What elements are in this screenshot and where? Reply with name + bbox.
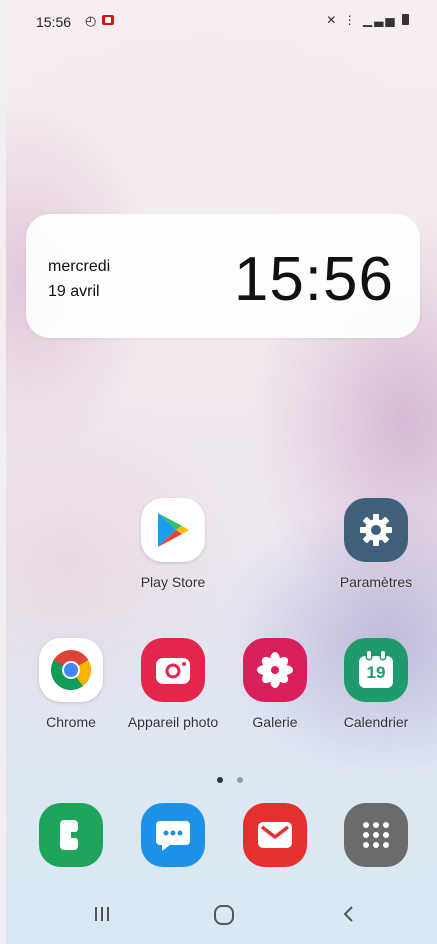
app-chrome[interactable]: Chrome — [16, 638, 126, 730]
alarm-icon: ◴ — [85, 13, 97, 28]
chrome-icon[interactable] — [39, 638, 103, 702]
calendar-icon[interactable]: 19 — [344, 638, 408, 702]
signal-icon: ▁▃▅ — [362, 13, 397, 27]
calendrier-label: Calendrier — [343, 714, 409, 730]
gallery-icon[interactable] — [243, 638, 307, 702]
page-indicator[interactable] — [212, 770, 248, 788]
appareil-photo-label: Appareil photo — [127, 714, 219, 730]
phone-icon[interactable] — [39, 803, 103, 867]
camera-icon[interactable] — [141, 638, 205, 702]
calendar-day-number: 19 — [366, 663, 386, 682]
app-play-store[interactable]: Play Store — [118, 498, 228, 590]
chrome-label: Chrome — [46, 714, 96, 730]
app-calendrier[interactable]: 19 Calendrier — [321, 638, 431, 730]
parametres-label: Paramètres — [339, 574, 413, 590]
clock-time: 15:56 — [233, 245, 394, 314]
status-icons: ✕ ⋮ ▁▃▅ — [326, 13, 409, 27]
galerie-label: Galerie — [252, 714, 298, 730]
app-galerie[interactable]: Galerie — [220, 638, 330, 730]
app-appareil-photo[interactable]: Appareil photo — [118, 638, 228, 730]
clock-date: 19 avril — [48, 283, 100, 300]
email-icon[interactable] — [243, 803, 307, 867]
back-icon[interactable] — [340, 904, 358, 930]
status-bar: 15:56 ◴ ✕ ⋮ ▁▃▅ — [6, 0, 437, 40]
dock-apps-drawer[interactable] — [321, 803, 431, 867]
play-store-label: Play Store — [140, 574, 206, 590]
status-time: 15:56 — [36, 14, 72, 30]
clock-day: mercredi — [48, 258, 111, 275]
home-icon[interactable] — [213, 904, 235, 932]
mute-icon: ✕ — [326, 13, 339, 27]
battery-icon — [402, 14, 409, 25]
page-dot-home-icon — [217, 777, 223, 783]
page-dot — [237, 777, 244, 783]
dock-phone[interactable] — [16, 803, 126, 867]
navigation-bar — [6, 884, 437, 944]
apps-drawer-icon[interactable] — [344, 803, 408, 867]
play-store-icon[interactable] — [141, 498, 205, 562]
clock-widget[interactable]: mercredi 19 avril 15:56 — [26, 214, 420, 338]
home-screen: 15:56 ◴ ✕ ⋮ ▁▃▅ mercredi 19 avril 15:56 … — [6, 0, 437, 944]
dock-email[interactable] — [220, 803, 330, 867]
messages-icon[interactable] — [141, 803, 205, 867]
recent-apps-icon[interactable] — [92, 904, 112, 930]
settings-icon[interactable] — [344, 498, 408, 562]
dock-messages[interactable] — [118, 803, 228, 867]
app-parametres[interactable]: Paramètres — [321, 498, 431, 590]
wifi-icon: ⋮ — [343, 13, 358, 27]
notification-icon — [102, 15, 114, 25]
